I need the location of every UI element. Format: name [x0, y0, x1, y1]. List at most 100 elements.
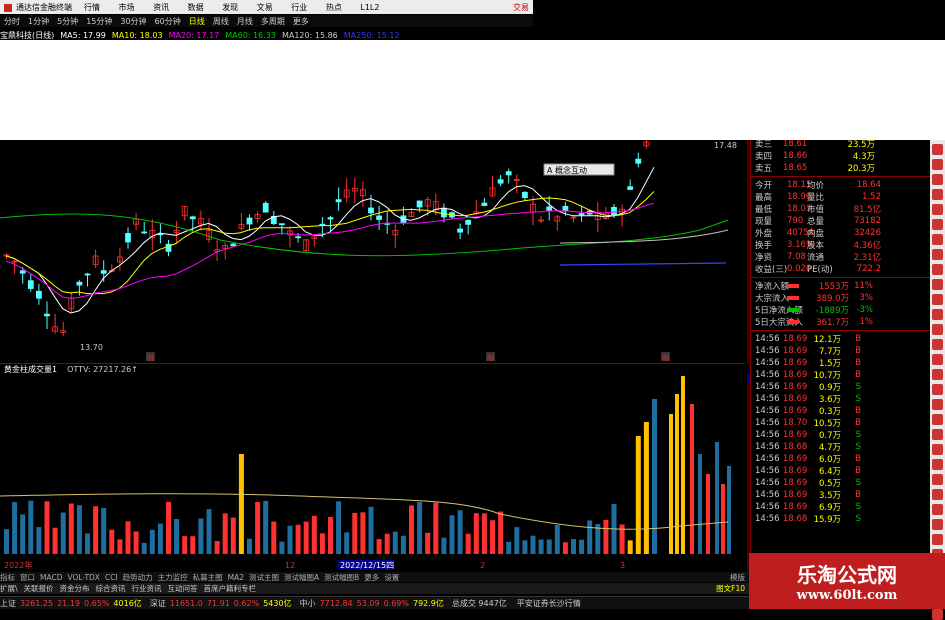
side-tool-icon[interactable]: [932, 489, 943, 500]
info-link[interactable]: 行业资讯: [132, 583, 162, 594]
side-tool-icon[interactable]: [932, 144, 943, 155]
f10-link[interactable]: 图文F10: [716, 583, 745, 594]
quote-row: 最高 18.90 量比 1.52: [751, 191, 930, 203]
menu-faxian[interactable]: 发现: [222, 3, 238, 12]
menu-wenyi[interactable]: 文易: [257, 3, 273, 12]
kline-chart[interactable]: 17.0016.5016.0015.5015.0014.5014.0017.48…: [0, 140, 750, 364]
side-tool-icon[interactable]: [932, 174, 943, 185]
index-name[interactable]: 深证: [150, 598, 166, 609]
orderbook-row[interactable]: 卖四 18.66 4.3万: [751, 150, 930, 162]
period-4[interactable]: 30分钟: [120, 16, 146, 27]
indicator-tab[interactable]: 趋势动力: [123, 572, 153, 583]
period-0[interactable]: 分时: [4, 16, 20, 27]
indicator-tab[interactable]: 更多: [364, 572, 379, 583]
side-tool-icon[interactable]: [932, 324, 943, 335]
volume-indicator-name[interactable]: 黄金柱成交量1: [0, 364, 57, 375]
period-8[interactable]: 月线: [237, 16, 253, 27]
side-tool-icon[interactable]: [932, 309, 943, 320]
side-tool-icon[interactable]: [932, 519, 943, 530]
indicator-tab[interactable]: MA2: [228, 573, 244, 582]
side-tool-icon[interactable]: [932, 339, 943, 350]
side-tool-icon[interactable]: [932, 474, 943, 485]
side-tool-icon[interactable]: [932, 429, 943, 440]
volume-bar: [166, 501, 171, 554]
menu-hangqing[interactable]: 行情: [84, 3, 100, 12]
side-tool-icon[interactable]: [932, 369, 943, 380]
side-tool-icon[interactable]: [932, 444, 943, 455]
side-tool-icon[interactable]: [932, 534, 943, 545]
indicator-tab[interactable]: 主力监控: [158, 572, 188, 583]
period-5[interactable]: 60分钟: [155, 16, 181, 27]
watermark-logo: 乐淘公式网 www.60lt.com: [749, 553, 945, 609]
indicator-tab[interactable]: MACD: [40, 573, 62, 582]
side-tool-icon[interactable]: [932, 159, 943, 170]
candle-body: [546, 206, 553, 212]
period-7[interactable]: 周线: [213, 16, 229, 27]
menu-zixun[interactable]: 资讯: [153, 3, 169, 12]
side-tool-icon[interactable]: [932, 234, 943, 245]
indicator-tab[interactable]: 私募主图: [193, 572, 223, 583]
quote-label2: 总量: [807, 217, 825, 227]
side-tool-icon[interactable]: [932, 354, 943, 365]
side-tool-icon[interactable]: [932, 459, 943, 470]
flow-pct: -3%: [856, 305, 873, 315]
side-tool-icon[interactable]: [932, 399, 943, 410]
side-tool-icon[interactable]: [932, 279, 943, 290]
menu-shuju[interactable]: 数据: [188, 3, 204, 12]
menu-shichang[interactable]: 市场: [119, 3, 135, 12]
side-tool-icon[interactable]: [932, 609, 943, 620]
tick-price: 18.69: [783, 370, 808, 380]
side-tool-icon[interactable]: [932, 414, 943, 425]
side-tool-icon[interactable]: [932, 219, 943, 230]
volume-chart[interactable]: 1400012000100008000600040002000151132022…: [0, 374, 750, 572]
candle-body: [578, 213, 585, 216]
menu-hangye[interactable]: 行业: [291, 3, 307, 12]
period-9[interactable]: 多周期: [261, 16, 285, 27]
template-tab[interactable]: 模版: [730, 572, 745, 583]
info-link[interactable]: 扩展\: [0, 583, 18, 594]
index-name[interactable]: 上证: [0, 598, 16, 609]
side-tool-icon[interactable]: [932, 189, 943, 200]
concept-popup-label[interactable]: A 概念互动: [547, 165, 587, 175]
quote-row: 净资 7.08 流通 2.31亿: [751, 251, 930, 263]
indicator-tab[interactable]: 测试主图: [249, 572, 279, 583]
volume-bar: [68, 503, 74, 554]
tick-side: S: [855, 430, 861, 440]
period-2[interactable]: 5分钟: [57, 16, 78, 27]
info-link[interactable]: 互动问答: [168, 583, 198, 594]
volume-bar: [76, 505, 82, 554]
menu-redian[interactable]: 热点: [326, 3, 342, 12]
orderbook-row[interactable]: 卖五 18.65 20.3万: [751, 162, 930, 174]
info-link[interactable]: 综合资讯: [96, 583, 126, 594]
period-3[interactable]: 15分钟: [86, 16, 112, 27]
indicator-tab[interactable]: 测试幅图A: [284, 572, 319, 583]
period-10[interactable]: 更多: [293, 16, 309, 27]
menu-l1l2[interactable]: L1L2: [360, 3, 379, 12]
index-name[interactable]: 中小: [300, 598, 316, 609]
volume-bar: [182, 536, 188, 554]
period-6[interactable]: 日线: [189, 16, 205, 27]
tick-row: 14:56 18.69 1.5万 B: [751, 357, 930, 369]
side-tool-icon[interactable]: [932, 294, 943, 305]
orderbook-row[interactable]: 卖三 18.61 23.5万: [751, 140, 930, 150]
side-tool-icon[interactable]: [932, 249, 943, 260]
fund-flow-row: 净流入额 1553万 11%: [751, 280, 930, 292]
info-link[interactable]: 关联报价: [24, 583, 54, 594]
side-tool-icon[interactable]: [932, 204, 943, 215]
indicator-tab[interactable]: 指标: [0, 572, 15, 583]
period-1[interactable]: 1分钟: [28, 16, 49, 27]
indicator-tab[interactable]: CCI: [105, 573, 118, 582]
side-tool-icon[interactable]: [932, 504, 943, 515]
indicator-tab[interactable]: 设置: [384, 572, 399, 583]
indicator-tab[interactable]: 测试幅图B: [324, 572, 359, 583]
info-link[interactable]: 首席户籍利专栏: [204, 583, 257, 594]
trade-button[interactable]: 交易: [513, 2, 533, 13]
tick-volume: 0.3万: [818, 407, 841, 417]
side-tool-icon[interactable]: [932, 384, 943, 395]
info-link[interactable]: 资金分布: [60, 583, 90, 594]
indicator-tab[interactable]: 窗口: [20, 572, 35, 583]
flow-label: 5日净流入额: [755, 306, 803, 316]
side-tool-icon[interactable]: [932, 264, 943, 275]
indicator-tab[interactable]: VOL-TDX: [67, 573, 99, 582]
fund-flow-row: 大宗流入 389.0万 3%: [751, 292, 930, 304]
